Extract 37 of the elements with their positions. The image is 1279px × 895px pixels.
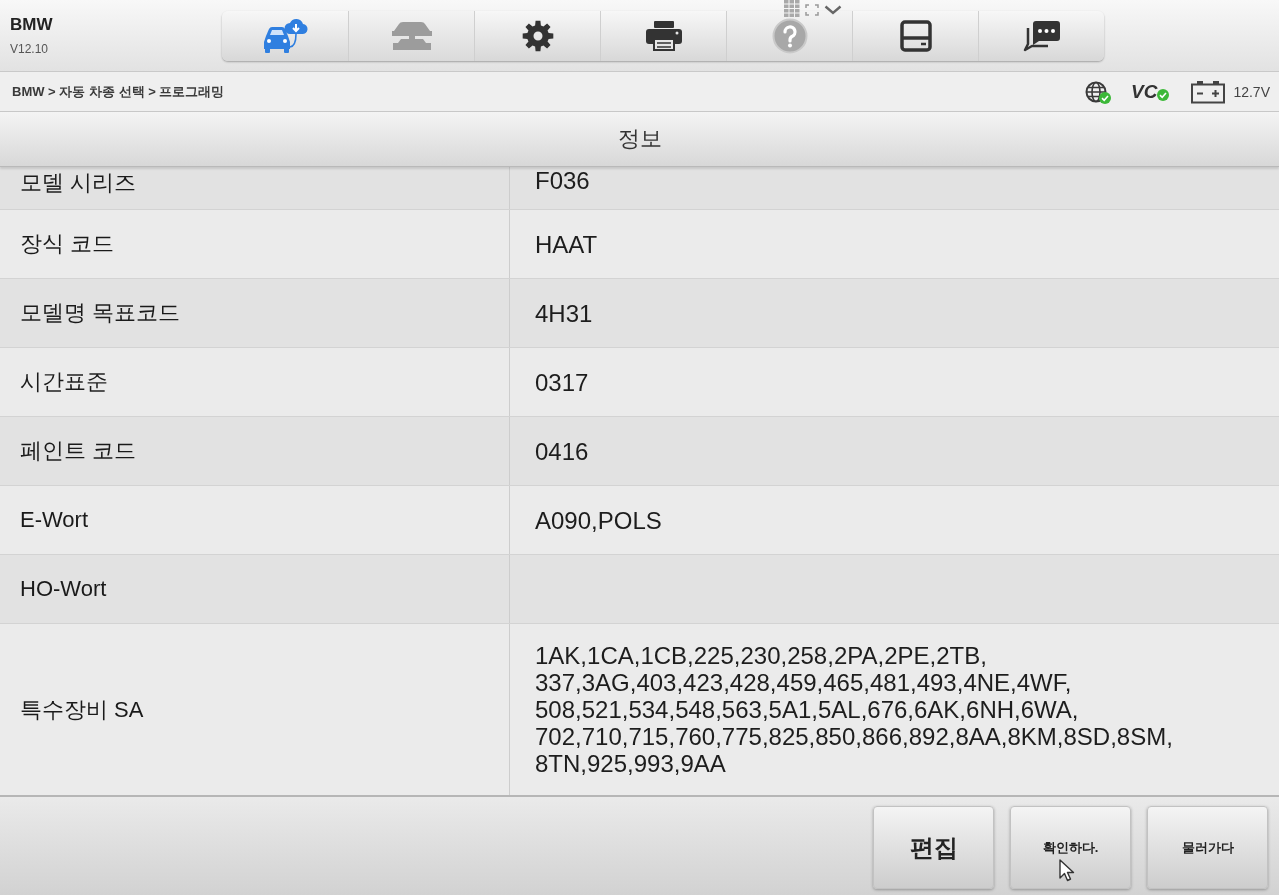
car-cloud-icon (262, 17, 308, 54)
field-label-cell: 모델 시리즈 (0, 167, 510, 209)
vci-label: VC (1131, 80, 1158, 103)
action-button[interactable]: 물러가다 (1147, 806, 1268, 889)
app-title: BMW (10, 15, 53, 35)
field-value-cell-text: A090,POLS (534, 505, 663, 536)
panel-title: 정보 (617, 125, 662, 153)
save-icon (899, 19, 932, 52)
toolbar-button[interactable] (852, 10, 978, 61)
globe-icon (1085, 80, 1107, 103)
battery-icon (1191, 79, 1226, 104)
help-icon (771, 17, 808, 54)
toolbar-button[interactable] (600, 10, 726, 61)
toolbar-button[interactable] (978, 10, 1104, 61)
breadcrumb: BMW > 자동 차종 선택 > 프로그래밍 (12, 82, 226, 101)
action-button[interactable]: 편집 (873, 806, 994, 889)
cursor-icon (1059, 859, 1075, 882)
field-value-cell-text: 1AK,1CA,1CB,225,230,258,2PA,2PE,2TB, 337,3AG,403,423,428,459,465,481,493,4NE,4WF, 508,521,534,548,563,5A1,5AL,676,6AK,6NH,6WA, 702,710,715,760,775,825,850,866,892,8AA,8KM,8SD,8SM, 8TN,925,993,9AA (534, 641, 1174, 779)
field-label-cell: 장식 코드 (0, 210, 510, 278)
field-label-cell: E-Wort (0, 486, 510, 554)
field-label-cell: HO-Wort (0, 555, 510, 623)
field-value-cell-text: 0416 (534, 436, 590, 467)
chat-icon (1022, 18, 1061, 53)
field-label-cell: 시간표준 (0, 348, 510, 416)
field-value-cell-text: 4H31 (534, 298, 594, 329)
toolbar-button[interactable] (474, 10, 600, 61)
chevron-down-icon[interactable] (824, 5, 842, 15)
field-value-cell-text: 0317 (534, 367, 590, 398)
battery-voltage: 12.7V (1233, 83, 1270, 100)
settings-icon (521, 19, 554, 52)
printer-icon (643, 19, 684, 52)
app-version: V12.10 (10, 42, 49, 56)
field-label-cell: 페인트 코드 (0, 417, 510, 485)
action-button[interactable]: 확인하다. (1010, 806, 1131, 889)
field-label-cell: 모델명 목표코드 (0, 279, 510, 347)
field-value-cell-text: F036 (534, 167, 591, 196)
field-value-cell-text: HAAT (534, 229, 599, 260)
